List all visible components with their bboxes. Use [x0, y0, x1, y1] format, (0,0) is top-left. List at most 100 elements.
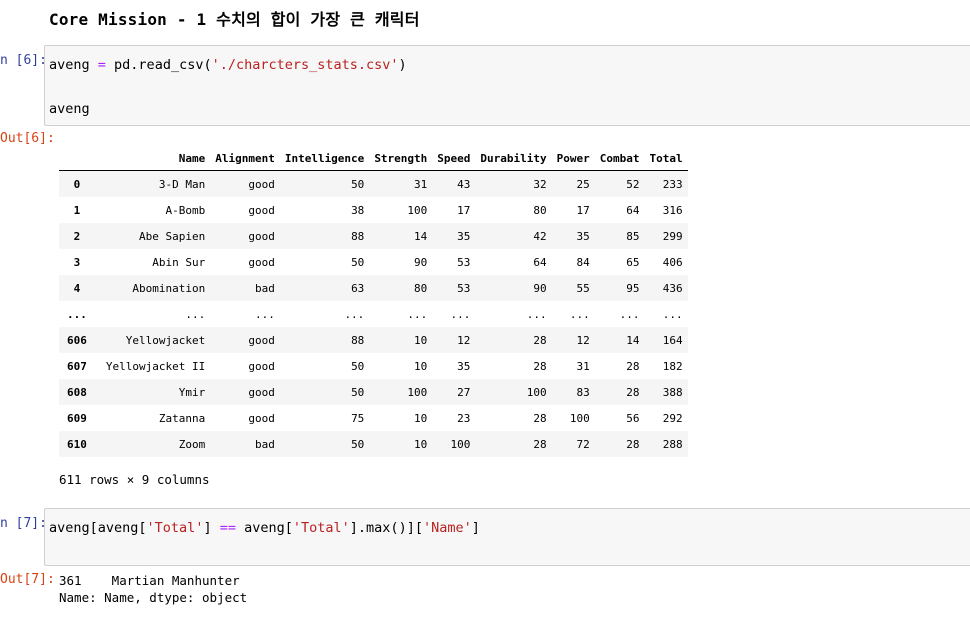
table-cell: ...	[569, 307, 590, 321]
table-cell: 50	[351, 177, 365, 191]
table-cell: 43	[457, 177, 471, 191]
table-cell: 28	[533, 437, 547, 451]
table-cell: 88	[351, 229, 365, 243]
code-token-operator: ==	[219, 520, 236, 536]
table-cell: 32	[533, 177, 547, 191]
table-cell: 27	[457, 385, 471, 399]
table-header-row: Name Alignment Intelligence Strength Speed Du…	[59, 146, 688, 171]
cell-6-code-editor[interactable]: aveng = pd.read_csv('./charcters_stats.c…	[44, 45, 970, 126]
table-cell: 35	[457, 229, 471, 243]
table-cell: 436	[662, 281, 683, 295]
table-cell: 388	[662, 385, 683, 399]
row-index: ...	[67, 307, 87, 321]
table-cell: Ymir	[178, 385, 206, 399]
table-cell: 38	[351, 203, 365, 217]
table-cell: 28	[626, 385, 640, 399]
table-row: 1 A-Bomb good 38 100 17 80 17 64 316	[59, 197, 688, 223]
table-cell: 10	[414, 359, 428, 373]
table-cell: 100	[569, 411, 590, 425]
table-cell: ...	[185, 307, 206, 321]
table-cell: bad	[254, 437, 275, 451]
table-cell: 3-D Man	[158, 177, 206, 191]
table-cell: good	[248, 385, 275, 399]
table-cell: 28	[626, 359, 640, 373]
table-cell: Abomination	[132, 281, 206, 295]
code-token: aveng[	[235, 520, 293, 536]
table-cell: 35	[576, 229, 590, 243]
table-cell: good	[248, 333, 275, 347]
column-header: Total	[644, 146, 688, 171]
table-row: 4 Abomination bad 63 80 53 90 55 95 436	[59, 275, 688, 301]
table-cell: ...	[407, 307, 428, 321]
table-cell: 28	[533, 333, 547, 347]
code-token-operator: =	[97, 57, 106, 73]
table-row: 606 Yellowjacket good 88 10 12 28 12 14 164	[59, 327, 688, 353]
table-cell: 50	[351, 385, 365, 399]
row-index: 610	[67, 437, 87, 451]
table-cell: ...	[526, 307, 547, 321]
table-cell: 316	[662, 203, 683, 217]
code-token-string: './charcters_stats.csv'	[211, 57, 399, 73]
table-cell: 406	[662, 255, 683, 269]
table-cell: ...	[254, 307, 275, 321]
row-index: 606	[67, 333, 87, 347]
row-index: 0	[73, 177, 81, 191]
table-cell: 95	[626, 281, 640, 295]
table-cell: 12	[576, 333, 590, 347]
code-token: )	[398, 57, 407, 73]
cell-7-output-line-1: 361 Martian Manhunter	[59, 573, 240, 588]
index-header	[59, 146, 101, 171]
row-index: 2	[73, 229, 81, 243]
cell-7-code-editor[interactable]: aveng[aveng['Total'] == aveng['Total'].m…	[44, 508, 970, 566]
table-row: 2 Abe Sapien good 88 14 35 42 35 85 299	[59, 223, 688, 249]
cell-6-input-prompt: n [6]:	[0, 53, 47, 68]
cell-7-output-line-2: Name: Name, dtype: object	[59, 590, 248, 605]
table-cell: 100	[526, 385, 547, 399]
table-cell: ...	[344, 307, 365, 321]
table-cell: Yellowjacket II	[105, 359, 206, 373]
column-header: Durability	[475, 146, 552, 171]
table-cell: 50	[351, 359, 365, 373]
table-cell: 88	[351, 333, 365, 347]
table-cell: 14	[414, 229, 428, 243]
table-cell: 64	[533, 255, 547, 269]
table-cell: 52	[626, 177, 640, 191]
table-row: 609 Zatanna good 75 10 23 28 100 56 292	[59, 405, 688, 431]
table-cell: 64	[626, 203, 640, 217]
table-cell: 100	[407, 385, 428, 399]
column-header: Power	[551, 146, 595, 171]
table-cell: 80	[414, 281, 428, 295]
table-cell: 292	[662, 411, 683, 425]
table-cell: 56	[626, 411, 640, 425]
table-row: 3 Abin Sur good 50 90 53 64 84 65 406	[59, 249, 688, 275]
table-cell: 84	[576, 255, 590, 269]
table-row: ..............................	[59, 301, 688, 327]
table-row: 610 Zoom bad 50 10 100 28 72 28 288	[59, 431, 688, 457]
table-cell: good	[248, 359, 275, 373]
table-cell: Yellowjacket	[125, 333, 206, 347]
row-index: 3	[73, 255, 81, 269]
table-cell: 63	[351, 281, 365, 295]
table-cell: 90	[414, 255, 428, 269]
table-cell: 28	[626, 437, 640, 451]
row-index: 1	[73, 203, 81, 217]
code-token: ]	[471, 520, 480, 536]
row-index: 607	[67, 359, 87, 373]
table-cell: 53	[457, 281, 471, 295]
table-cell: 100	[407, 203, 428, 217]
code-token: pd.read_csv(	[105, 57, 212, 73]
table-cell: 35	[457, 359, 471, 373]
cell-7-code-line-1: aveng[aveng['Total'] == aveng['Total'].m…	[49, 517, 970, 539]
table-cell: A-Bomb	[165, 203, 206, 217]
table-cell: Abe Sapien	[138, 229, 206, 243]
table-cell: 28	[533, 411, 547, 425]
table-cell: 12	[457, 333, 471, 347]
table-cell: 80	[533, 203, 547, 217]
table-cell: 288	[662, 437, 683, 451]
table-cell: Zoom	[178, 437, 206, 451]
table-cell: 100	[450, 437, 471, 451]
dataframe-shape: 611 rows × 9 columns	[59, 472, 210, 487]
table-cell: Zatanna	[158, 411, 206, 425]
cell-7-output-prompt: Out[7]:	[0, 572, 55, 587]
table-cell: 83	[576, 385, 590, 399]
